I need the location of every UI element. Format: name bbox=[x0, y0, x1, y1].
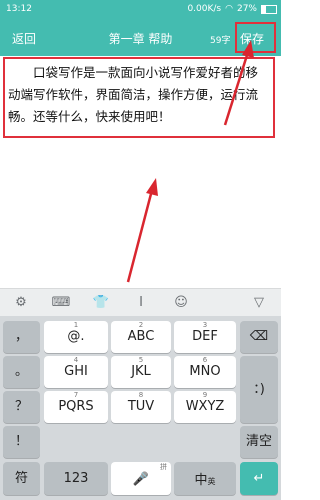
backspace-key[interactable]: ⌫ bbox=[240, 321, 278, 353]
status-time: 13:12 bbox=[6, 4, 32, 14]
save-highlight-box bbox=[235, 22, 276, 53]
annotation-arrowhead-1 bbox=[146, 178, 158, 196]
battery-percent: 27% bbox=[236, 4, 257, 14]
shirt-icon[interactable]: 👕 bbox=[90, 293, 112, 313]
emoticon-key[interactable]: ：) bbox=[240, 356, 278, 423]
key-period[interactable]: 。 bbox=[3, 356, 40, 388]
key-6[interactable]: 6 MNO bbox=[174, 356, 236, 388]
clear-key[interactable]: 清空 bbox=[240, 426, 278, 458]
enter-key[interactable]: ↵ bbox=[240, 462, 278, 495]
keyboard-icon[interactable]: ⌨ bbox=[50, 293, 72, 313]
network-speed: 0.00K/s bbox=[187, 4, 222, 14]
key-comma[interactable]: ， bbox=[3, 321, 40, 353]
key-3[interactable]: 3 DEF bbox=[174, 321, 236, 353]
symbol-key[interactable]: 符 bbox=[3, 462, 40, 495]
backspace-icon: ⌫ bbox=[249, 329, 269, 344]
key-5[interactable]: 5 JKL bbox=[111, 356, 171, 388]
gear-icon[interactable]: ⚙ bbox=[10, 293, 32, 313]
key-question[interactable]: ？ bbox=[3, 391, 40, 423]
key-1[interactable]: 1 @. bbox=[44, 321, 108, 353]
cursor-move-icon[interactable]: Ⅰ bbox=[130, 293, 152, 313]
space-key[interactable]: 拼 🎤 bbox=[111, 462, 171, 495]
key-2[interactable]: 2 ABC bbox=[111, 321, 171, 353]
microphone-icon: 🎤 bbox=[132, 472, 150, 487]
editor-textarea[interactable]: 口袋写作是一款面向小说写作爱好者的移动端写作软件，界面简洁，操作方便，运行流畅。… bbox=[4, 58, 274, 136]
key-4[interactable]: 4 GHI bbox=[44, 356, 108, 388]
keyboard: ， 。 ？ ！ 1 @. 2 ABC 3 DEF 4 GHI 5 JKL 6 MNO 7 PQ… bbox=[0, 316, 281, 500]
language-switch-key[interactable]: 中英 bbox=[174, 462, 236, 495]
annotation-arrow-1 bbox=[126, 189, 154, 283]
emoji-icon[interactable]: ☺ bbox=[170, 293, 192, 313]
collapse-icon[interactable]: ▽ bbox=[248, 293, 270, 313]
keyboard-toolbar: ⚙ ⌨ 👕 Ⅰ ☺ ▽ bbox=[0, 288, 281, 317]
key-7[interactable]: 7 PQRS bbox=[44, 391, 108, 423]
key-9[interactable]: 9 WXYZ bbox=[174, 391, 236, 423]
numbers-key[interactable]: 123 bbox=[44, 462, 108, 495]
word-count: 59字 bbox=[210, 36, 231, 46]
key-8[interactable]: 8 TUV bbox=[111, 391, 171, 423]
battery-icon bbox=[261, 4, 277, 14]
wifi-icon: ◠ bbox=[225, 4, 233, 14]
status-bar: 13:12 0.00K/s ◠ 27% bbox=[0, 0, 281, 20]
enter-icon: ↵ bbox=[253, 471, 265, 486]
key-exclaim[interactable]: ！ bbox=[3, 426, 40, 458]
